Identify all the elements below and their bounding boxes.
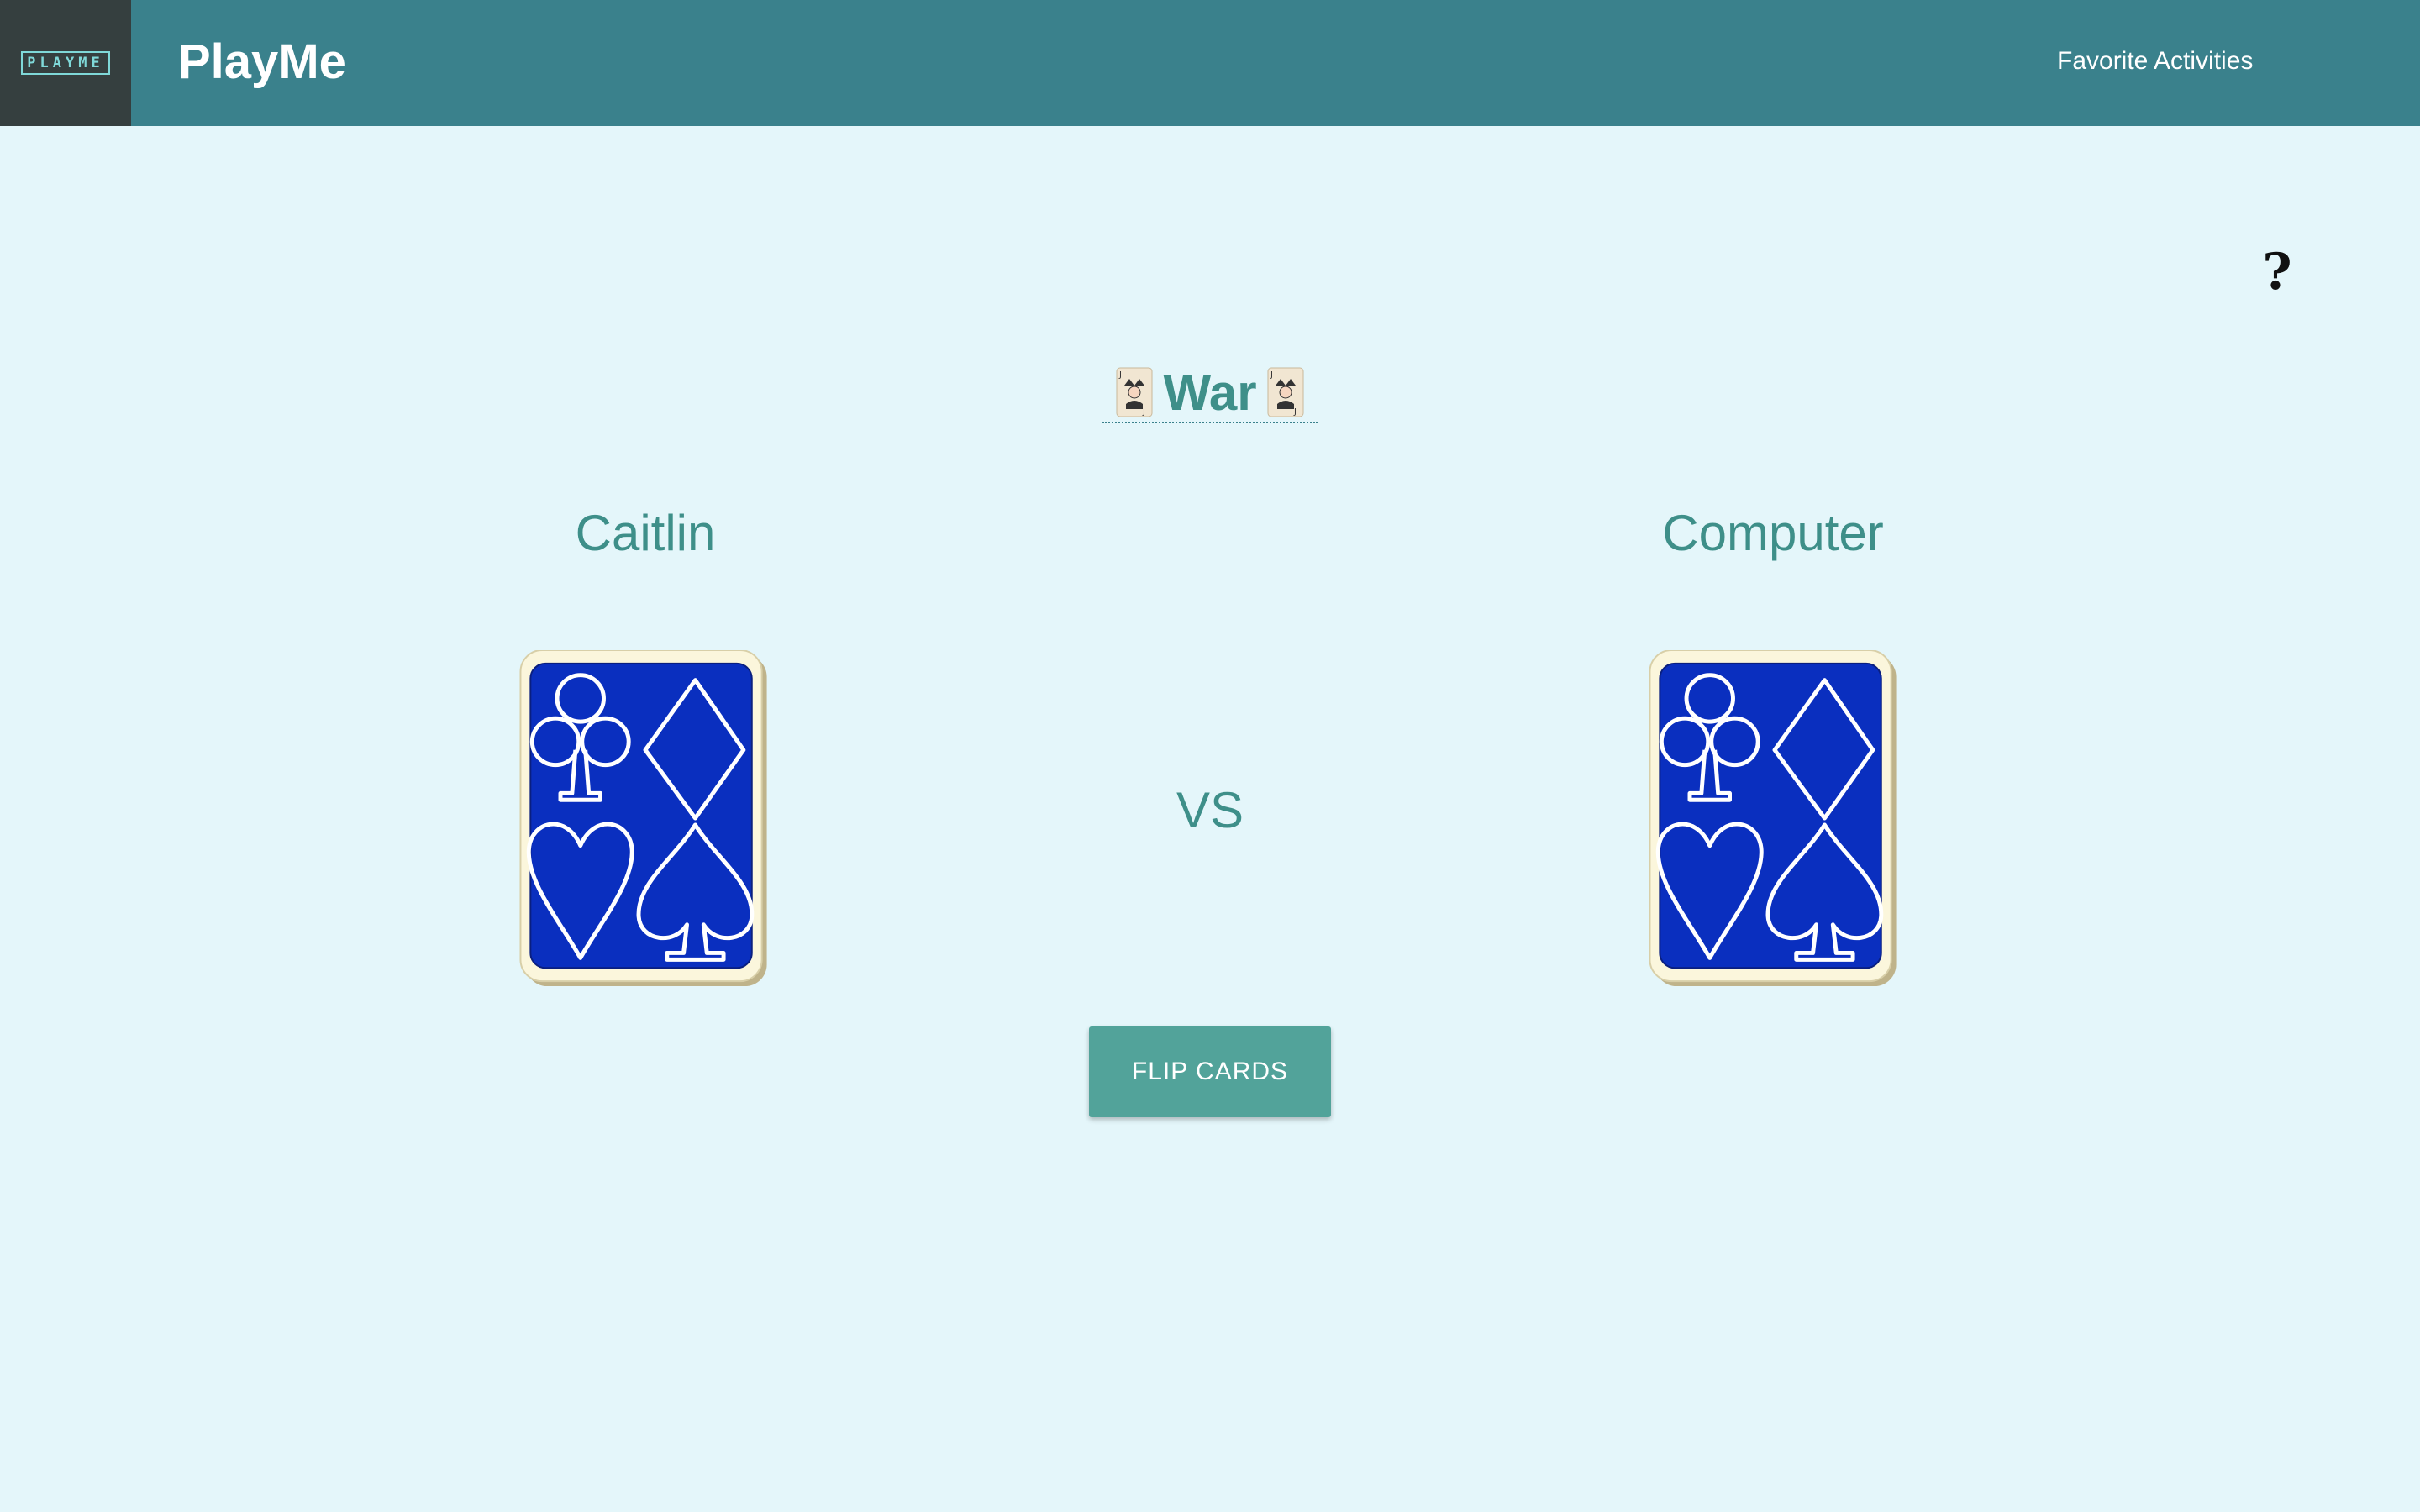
top-navbar: PLAYME PlayMe Favorite Activities	[0, 0, 2420, 126]
player-name-left: Caitlin	[575, 505, 716, 561]
app-title[interactable]: PlayMe	[178, 34, 346, 90]
vs-label: VS	[1176, 782, 1244, 838]
joker-card-icon	[1267, 367, 1304, 417]
logo-text: PLAYME	[21, 51, 110, 75]
game-title: War	[1163, 364, 1257, 421]
game-title-link[interactable]: War	[1102, 363, 1318, 423]
logo[interactable]: PLAYME	[0, 0, 131, 126]
nav-link-favorite-activities[interactable]: Favorite Activities	[2057, 47, 2253, 76]
computer-card-back	[1649, 650, 1901, 991]
joker-card-icon	[1116, 367, 1153, 417]
player-card-back	[519, 650, 771, 991]
flip-cards-button[interactable]: FLIP CARDS	[1089, 1026, 1331, 1117]
player-name-right: Computer	[1662, 505, 1884, 561]
help-question-icon[interactable]: ?	[2260, 245, 2294, 299]
